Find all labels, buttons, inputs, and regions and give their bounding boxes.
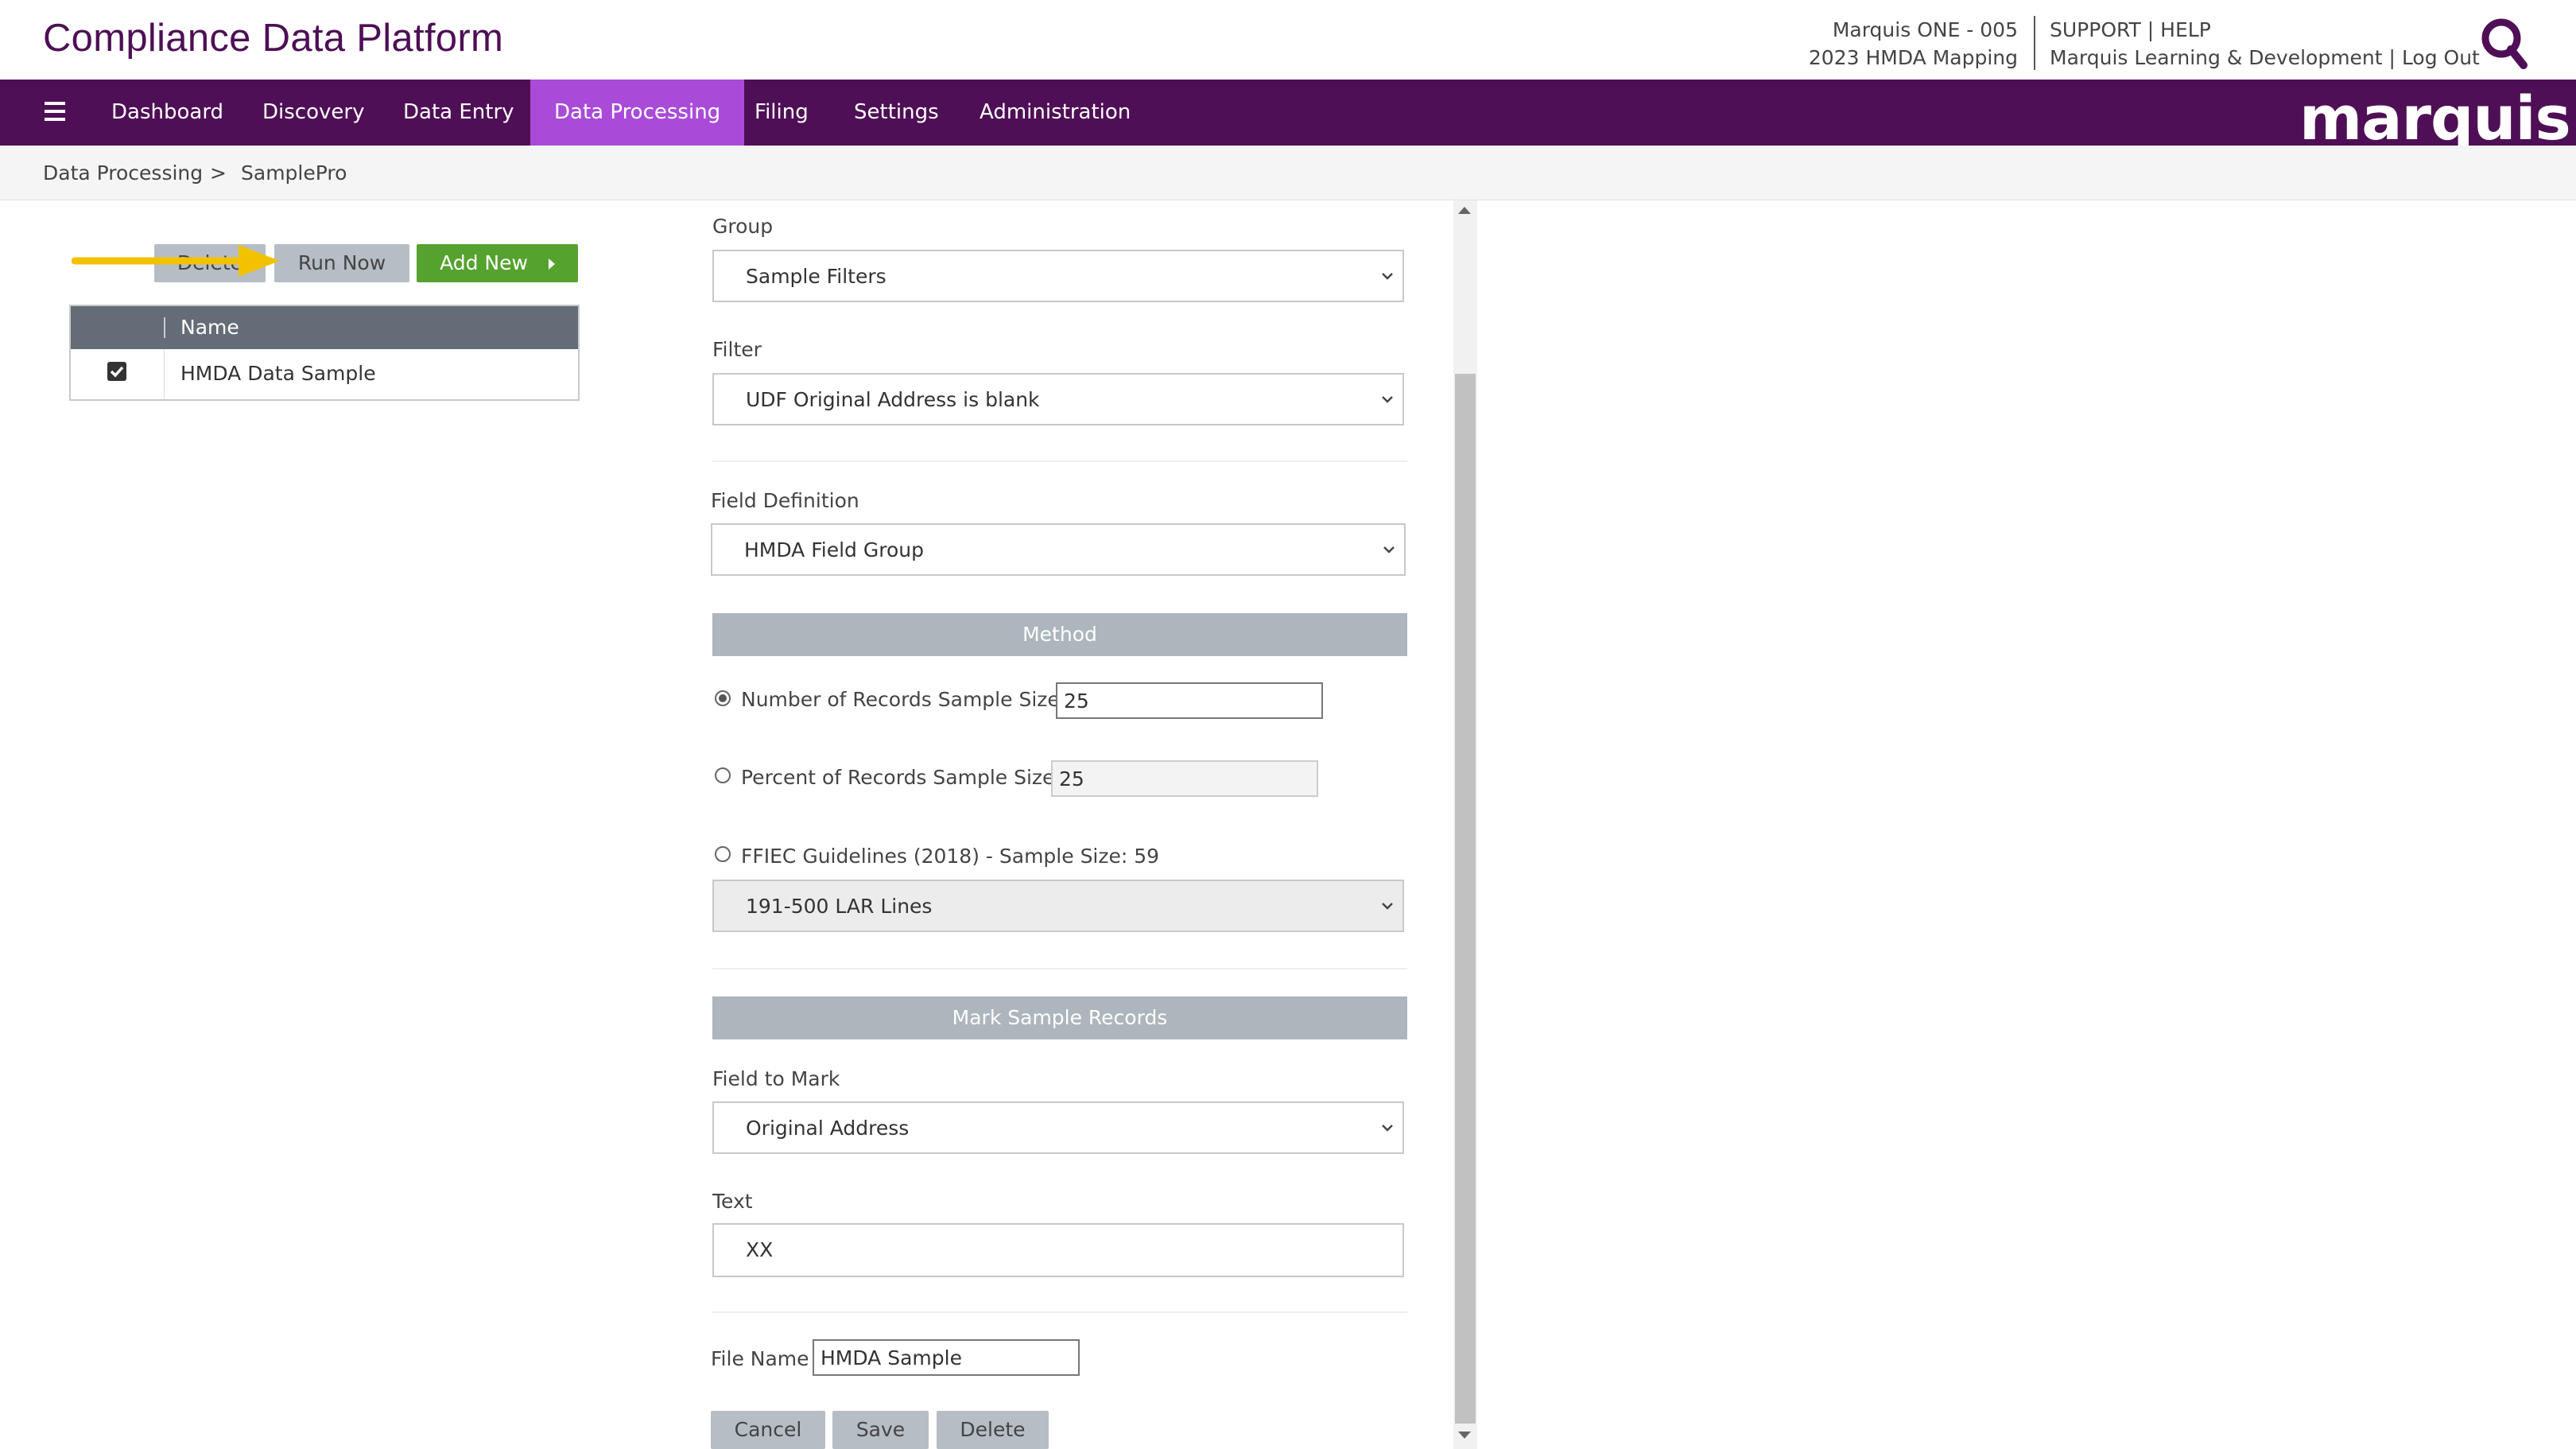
number-sample-size-input[interactable] — [1056, 682, 1323, 719]
run-now-button[interactable]: Run Now — [274, 244, 409, 282]
column-divider — [164, 349, 165, 399]
app-header: Compliance Data Platform Marquis ONE - 0… — [0, 0, 2576, 80]
column-header-name[interactable]: Name — [180, 316, 239, 339]
ffiec-guidelines-label[interactable]: FFIEC Guidelines (2018) - Sample Size: 5… — [741, 845, 1159, 868]
radio-percent-of-records[interactable] — [715, 767, 731, 783]
file-name-input[interactable] — [813, 1339, 1080, 1376]
field-definition-label: Field Definition — [711, 489, 859, 512]
scroll-down-arrow-icon[interactable] — [1458, 1432, 1471, 1439]
nav-filing[interactable]: Filing — [731, 80, 832, 146]
caret-right-icon — [548, 258, 555, 270]
group-select[interactable]: Sample Filters — [712, 250, 1404, 302]
text-label: Text — [712, 1190, 753, 1213]
field-to-mark-value: Original Address — [746, 1117, 910, 1140]
annotation-arrow-icon — [72, 245, 280, 277]
row-checkbox[interactable] — [107, 362, 126, 381]
breadcrumb-samplepro: SamplePro — [241, 161, 347, 185]
column-divider — [164, 317, 165, 338]
hamburger-menu-icon[interactable] — [45, 102, 65, 121]
account-info: Marquis ONE - 005 2023 HMDA Mapping — [1809, 16, 2018, 72]
filter-label: Filter — [712, 338, 762, 361]
logout-link[interactable]: Log Out — [2402, 46, 2480, 69]
filter-value: UDF Original Address is blank — [746, 388, 1040, 411]
group-label: Group — [712, 215, 774, 238]
field-to-mark-label: Field to Mark — [712, 1067, 840, 1090]
radio-ffiec-guidelines[interactable] — [715, 846, 731, 862]
nav-dashboard[interactable]: Dashboard — [87, 80, 247, 146]
mark-sample-records-section-header: Mark Sample Records — [712, 996, 1407, 1039]
chevron-down-icon — [1383, 546, 1395, 554]
scrollbar-thumb[interactable] — [1455, 374, 1476, 1424]
nav-data-processing[interactable]: Data Processing — [530, 80, 745, 146]
section-divider — [712, 460, 1407, 462]
number-of-records-label[interactable]: Number of Records Sample Size — [741, 688, 1060, 711]
table-header: Name — [71, 306, 578, 349]
form-delete-button[interactable]: Delete — [937, 1411, 1049, 1449]
cancel-button[interactable]: Cancel — [711, 1411, 825, 1449]
field-definition-value: HMDA Field Group — [744, 538, 924, 561]
chevron-down-icon — [1382, 1125, 1393, 1132]
file-name-label: File Name — [711, 1347, 809, 1370]
sample-table: Name HMDA Data Sample — [69, 305, 580, 401]
checkmark-icon — [110, 366, 124, 378]
header-divider — [2034, 16, 2035, 70]
nav-settings[interactable]: Settings — [830, 80, 963, 146]
chevron-down-icon — [1382, 396, 1393, 403]
ffiec-range-select[interactable]: 191-500 LAR Lines — [712, 880, 1404, 932]
percent-of-records-label[interactable]: Percent of Records Sample Size — [741, 766, 1054, 789]
account-project[interactable]: 2023 HMDA Mapping — [1809, 44, 2018, 72]
mark-text-value: XX — [746, 1238, 774, 1261]
search-icon[interactable] — [2479, 16, 2530, 72]
scroll-up-arrow-icon[interactable] — [1458, 207, 1471, 214]
field-to-mark-select[interactable]: Original Address — [712, 1101, 1404, 1154]
section-divider — [712, 968, 1407, 969]
nav-discovery[interactable]: Discovery — [239, 80, 388, 146]
field-definition-select[interactable]: HMDA Field Group — [711, 523, 1406, 576]
ffiec-range-value: 191-500 LAR Lines — [746, 895, 933, 918]
breadcrumb: Data Processing > SamplePro — [0, 146, 2576, 200]
percent-sample-size-input[interactable] — [1051, 760, 1318, 797]
link-separator: | — [2388, 46, 2396, 69]
link-separator: | — [2147, 18, 2155, 41]
row-name[interactable]: HMDA Data Sample — [180, 362, 376, 385]
radio-number-of-records[interactable] — [715, 690, 731, 706]
chevron-down-icon — [1382, 903, 1393, 910]
breadcrumb-data-processing[interactable]: Data Processing — [43, 161, 203, 185]
main-nav: Dashboard Discovery Data Entry Data Proc… — [0, 80, 2576, 153]
method-section-header: Method — [712, 613, 1407, 656]
account-name[interactable]: Marquis ONE - 005 — [1809, 16, 2018, 44]
breadcrumb-separator: > — [210, 161, 227, 185]
nav-data-entry[interactable]: Data Entry — [379, 80, 538, 146]
add-new-label: Add New — [440, 251, 528, 274]
nav-administration[interactable]: Administration — [956, 80, 1154, 146]
section-divider — [712, 1311, 1407, 1313]
header-links: SUPPORT | HELP Marquis Learning & Develo… — [2050, 16, 2480, 72]
chevron-down-icon — [1382, 273, 1393, 280]
help-link[interactable]: HELP — [2160, 18, 2211, 41]
org-link[interactable]: Marquis Learning & Development — [2050, 46, 2383, 69]
save-button[interactable]: Save — [832, 1411, 929, 1449]
group-value: Sample Filters — [746, 265, 886, 288]
mark-text-input[interactable]: XX — [712, 1223, 1404, 1277]
support-link[interactable]: SUPPORT — [2050, 18, 2141, 41]
marquis-logo[interactable]: marquis — [2299, 83, 2571, 153]
add-new-button[interactable]: Add New — [417, 244, 578, 282]
app-title: Compliance Data Platform — [43, 17, 504, 60]
filter-select[interactable]: UDF Original Address is blank — [712, 373, 1404, 425]
